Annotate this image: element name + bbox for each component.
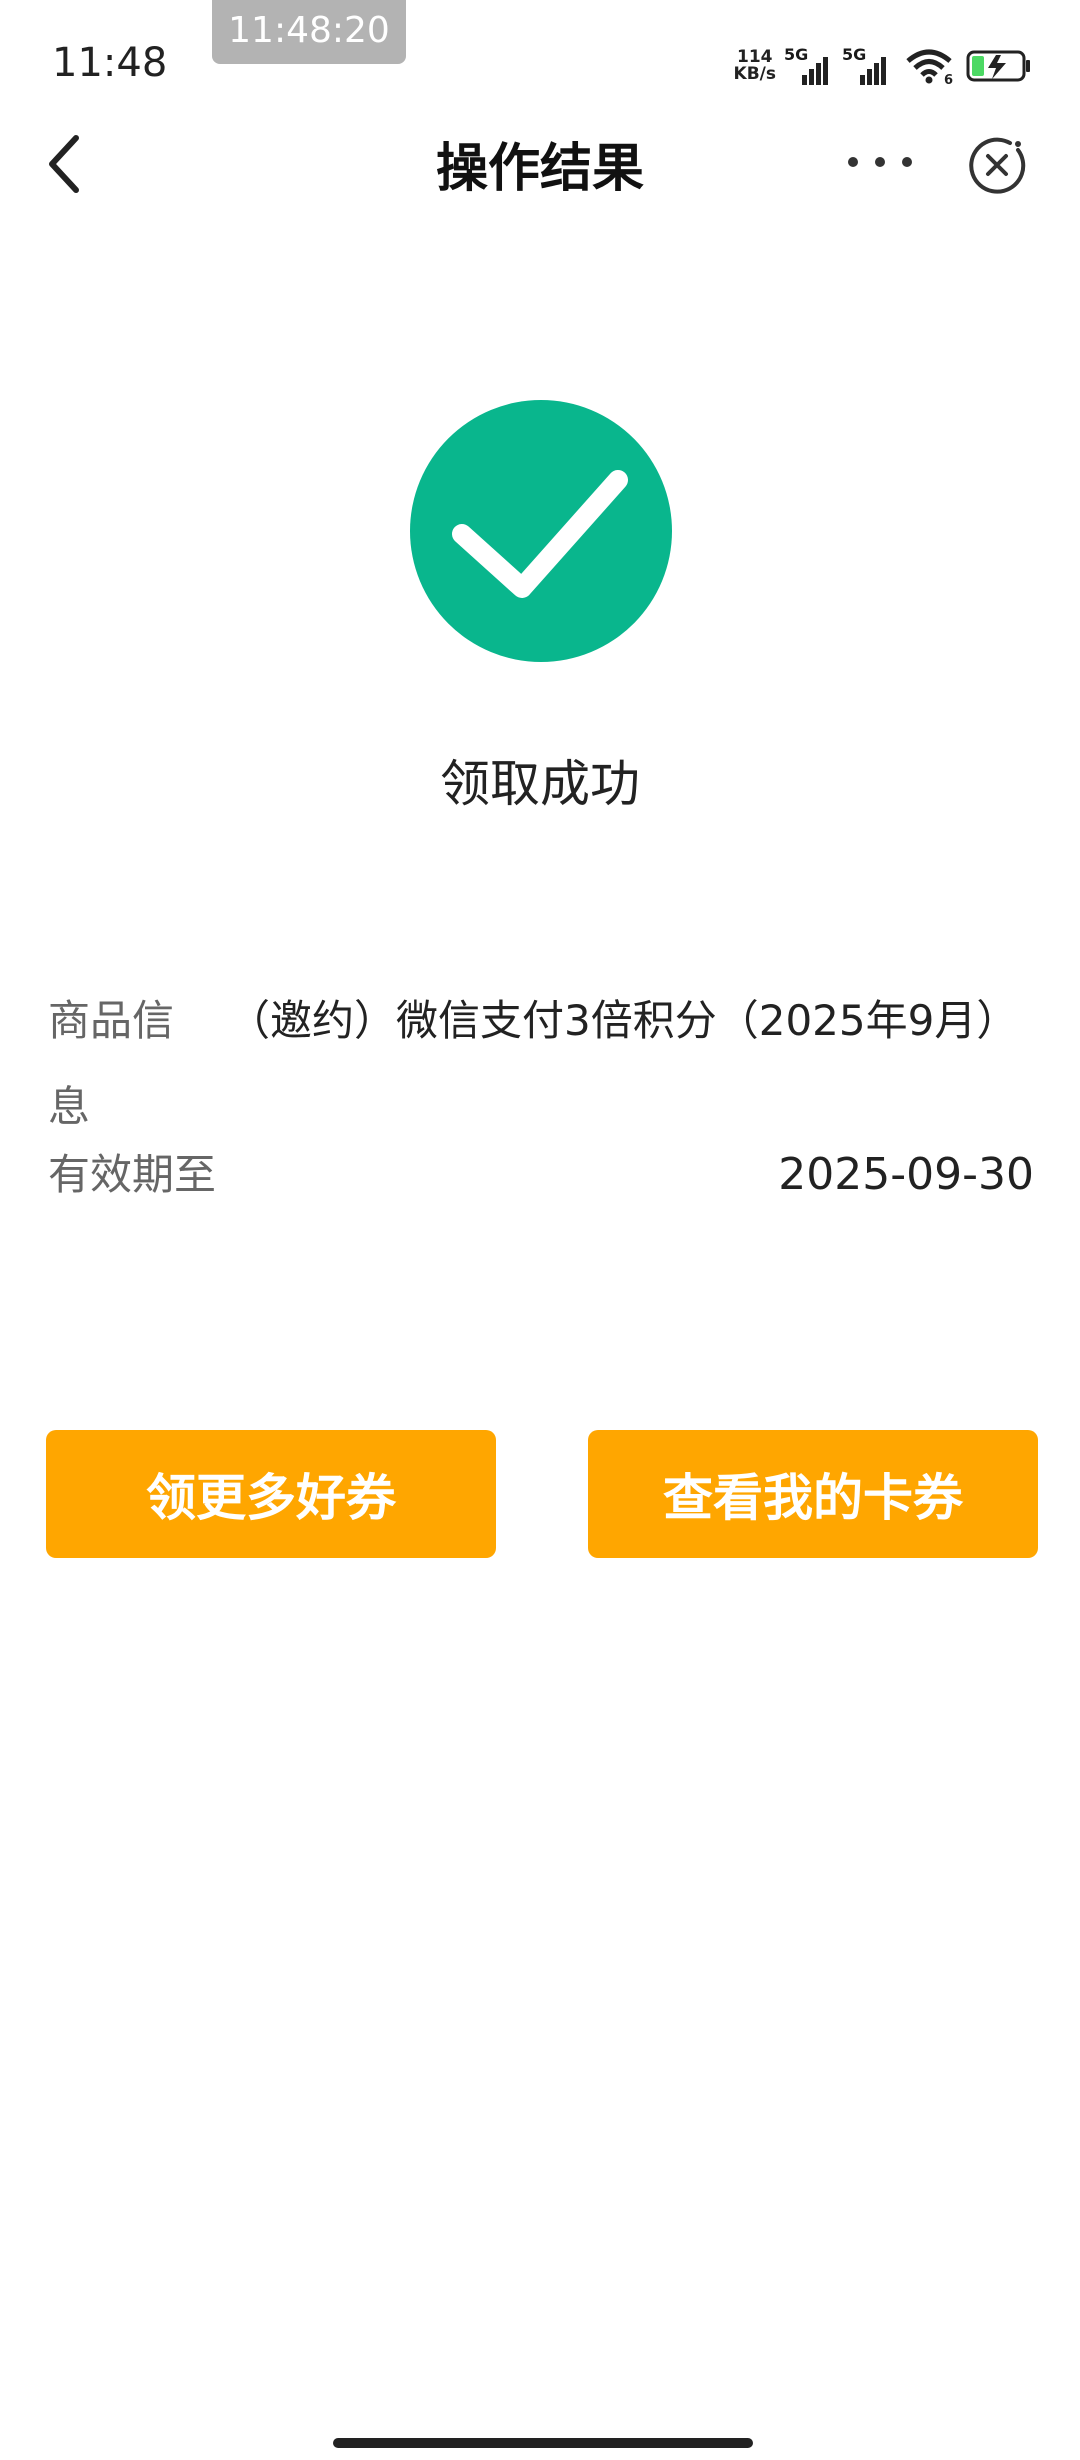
battery-charging-icon xyxy=(966,50,1030,82)
close-button[interactable] xyxy=(966,134,1028,196)
wifi-icon: 6 xyxy=(906,49,953,85)
network-speed-unit: KB/s xyxy=(733,64,776,84)
more-dots-icon xyxy=(875,157,885,167)
success-check-circle xyxy=(410,400,672,662)
valid-until-value: 2025-09-30 xyxy=(778,1149,1034,1200)
status-icons: 114 KB/s 5G 5G 6 xyxy=(734,44,1032,88)
goods-info-value: （邀约）微信支付3倍积分（2025年9月） xyxy=(228,996,1019,1045)
signal-icon: 5G xyxy=(784,45,834,85)
status-time: 11:48 xyxy=(52,40,168,86)
success-message: 领取成功 xyxy=(440,755,640,813)
view-my-coupons-button[interactable]: 查看我的卡券 xyxy=(588,1430,1038,1558)
signal-icon: 5G xyxy=(842,45,892,85)
page-title: 操作结果 xyxy=(435,139,644,199)
close-circle-icon xyxy=(969,137,1026,194)
svg-text:6: 6 xyxy=(944,73,953,85)
goods-info-label: 商品信息 xyxy=(48,996,175,1131)
get-more-coupons-button[interactable]: 领更多好券 xyxy=(46,1430,496,1558)
more-button[interactable] xyxy=(848,140,912,184)
more-dots-icon xyxy=(902,157,912,167)
more-dots-icon xyxy=(848,157,858,167)
home-indicator[interactable] xyxy=(333,2438,753,2448)
check-circle-icon xyxy=(452,470,628,598)
valid-until-label: 有效期至 xyxy=(48,1150,217,1199)
network-speed: 114 KB/s xyxy=(734,49,776,83)
screenshot-clock-badge: 11:48:20 xyxy=(212,0,406,64)
